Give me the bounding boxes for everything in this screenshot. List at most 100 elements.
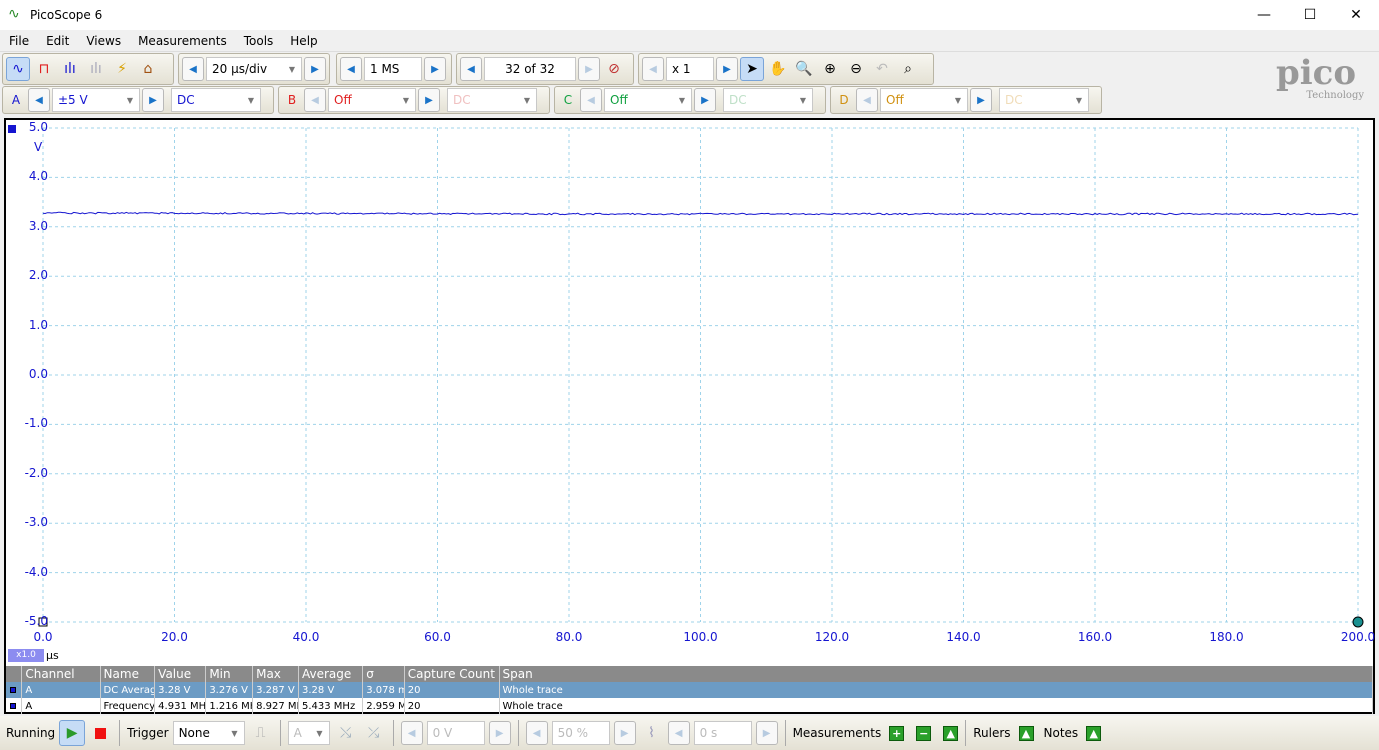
buffer-navigator-icon[interactable]: ⊘ bbox=[602, 57, 626, 81]
zoom-in-icon[interactable]: ⊕ bbox=[818, 57, 842, 81]
trigger-options-icon[interactable]: ⌇ bbox=[640, 721, 664, 745]
pointer-tool-icon[interactable]: ➤ bbox=[740, 57, 764, 81]
falling-edge-icon[interactable]: ⤰ bbox=[362, 721, 386, 745]
channel-a-coupling-select[interactable]: DC bbox=[171, 88, 261, 112]
measurements-toggle-button[interactable]: ▲ bbox=[943, 726, 958, 741]
table-cell: 3.276 V bbox=[206, 682, 253, 698]
pretrigger-next[interactable]: ▶ bbox=[614, 721, 636, 745]
channel-d-range-next[interactable]: ▶ bbox=[970, 88, 992, 112]
table-cell: Whole trace bbox=[500, 682, 1373, 698]
maximize-button[interactable]: ☐ bbox=[1287, 0, 1333, 30]
timebase-next-button[interactable]: ▶ bbox=[304, 57, 326, 81]
spectrum-options-icon[interactable]: ılı bbox=[84, 57, 108, 81]
menu-file[interactable]: File bbox=[0, 34, 37, 48]
channel-c-label[interactable]: C bbox=[558, 93, 578, 107]
stop-button[interactable] bbox=[95, 728, 106, 739]
trigger-channel-select[interactable]: A bbox=[288, 721, 330, 745]
zoom-prev-button[interactable]: ◀ bbox=[642, 57, 664, 81]
menu-measurements[interactable]: Measurements bbox=[129, 34, 235, 48]
zoom-next-button[interactable]: ▶ bbox=[716, 57, 738, 81]
notes-toggle-button[interactable]: ▲ bbox=[1086, 726, 1101, 741]
samples-next-button[interactable]: ▶ bbox=[424, 57, 446, 81]
trigger-edge-icon[interactable]: ⎍ bbox=[249, 721, 273, 745]
menu-views[interactable]: Views bbox=[77, 34, 129, 48]
buffer-next-button[interactable]: ▶ bbox=[578, 57, 600, 81]
menu-edit[interactable]: Edit bbox=[37, 34, 77, 48]
delay-next[interactable]: ▶ bbox=[756, 721, 778, 745]
channel-b-label[interactable]: B bbox=[282, 93, 302, 107]
y-tick-label: 4.0 bbox=[20, 169, 48, 183]
rulers-toggle-button[interactable]: ▲ bbox=[1019, 726, 1034, 741]
status-bar: Running ▶ Trigger None ⎍ A ⤯ ⤰ ◀ 0 V ▶ ◀… bbox=[0, 716, 1379, 750]
column-header: Name bbox=[101, 666, 156, 682]
channel-a-range-next[interactable]: ▶ bbox=[142, 88, 164, 112]
channel-c-range-prev[interactable]: ◀ bbox=[580, 88, 602, 112]
threshold-next[interactable]: ▶ bbox=[489, 721, 511, 745]
channel-c-control: C ◀ Off ▶ DC bbox=[554, 86, 826, 114]
channel-d-coupling-select[interactable]: DC bbox=[999, 88, 1089, 112]
running-label: Running bbox=[6, 726, 55, 740]
hand-tool-icon[interactable]: ✋ bbox=[766, 57, 790, 81]
undo-zoom-icon[interactable]: ↶ bbox=[870, 57, 894, 81]
persistence-mode-icon[interactable]: ⊓ bbox=[32, 57, 56, 81]
trigger-mode-select[interactable]: None bbox=[173, 721, 245, 745]
channel-b-range-select[interactable]: Off bbox=[328, 88, 416, 112]
table-row[interactable]: ADC Average3.28 V3.276 V3.287 V3.28 V3.0… bbox=[6, 682, 1373, 698]
timebase-select[interactable]: 20 µs/div bbox=[206, 57, 302, 81]
zoom-badge: x1.0 bbox=[8, 649, 44, 662]
zoom-field[interactable]: x 1 bbox=[666, 57, 714, 81]
zoom-overview-icon[interactable]: ⌕ bbox=[896, 57, 920, 81]
threshold-field[interactable]: 0 V bbox=[427, 721, 485, 745]
samples-prev-button[interactable]: ◀ bbox=[340, 57, 362, 81]
channel-b-coupling-select[interactable]: DC bbox=[447, 88, 537, 112]
channel-c-coupling-select[interactable]: DC bbox=[723, 88, 813, 112]
channel-a-label[interactable]: A bbox=[6, 93, 26, 107]
scope-view[interactable]: 5.0 4.0 3.0 2.0 1.0 0.0 -1.0 -2.0 -3.0 -4.0 -5.0 V… bbox=[4, 118, 1375, 714]
rising-edge-icon[interactable]: ⤯ bbox=[334, 721, 358, 745]
threshold-prev[interactable]: ◀ bbox=[401, 721, 423, 745]
measurements-label: Measurements bbox=[793, 726, 882, 740]
trigger-label: Trigger bbox=[127, 726, 168, 740]
pico-logo: pico Technology bbox=[1258, 56, 1374, 112]
pretrigger-prev[interactable]: ◀ bbox=[526, 721, 548, 745]
run-button[interactable]: ▶ bbox=[59, 720, 85, 746]
buffer-field[interactable]: 32 of 32 bbox=[484, 57, 576, 81]
timebase-prev-button[interactable]: ◀ bbox=[182, 57, 204, 81]
pretrigger-field[interactable]: 50 % bbox=[552, 721, 610, 745]
zoom-area-icon[interactable]: 🔍 bbox=[792, 57, 816, 81]
channel-d-label[interactable]: D bbox=[834, 93, 854, 107]
channel-a-axis-marker[interactable] bbox=[8, 125, 16, 133]
channel-d-range-prev[interactable]: ◀ bbox=[856, 88, 878, 112]
channel-b-range-prev[interactable]: ◀ bbox=[304, 88, 326, 112]
scope-mode-icon[interactable]: ∿ bbox=[6, 57, 30, 81]
x-tick-label: 40.0 bbox=[276, 630, 336, 644]
channel-a-range-prev[interactable]: ◀ bbox=[28, 88, 50, 112]
buffer-prev-button[interactable]: ◀ bbox=[460, 57, 482, 81]
buffer-control: ◀ 32 of 32 ▶ ⊘ bbox=[456, 53, 634, 85]
menu-tools[interactable]: Tools bbox=[235, 34, 282, 48]
table-cell: 20 bbox=[405, 682, 500, 698]
channel-c-range-next[interactable]: ▶ bbox=[694, 88, 716, 112]
close-button[interactable]: ✕ bbox=[1333, 0, 1379, 30]
delay-prev[interactable]: ◀ bbox=[668, 721, 690, 745]
minimize-button[interactable]: — bbox=[1241, 0, 1287, 30]
table-cell: 3.28 V bbox=[155, 682, 206, 698]
remove-measurement-button[interactable]: − bbox=[916, 726, 931, 741]
autosetup-icon[interactable]: ⚡ bbox=[110, 57, 134, 81]
spectrum-mode-icon[interactable]: ılı bbox=[58, 57, 82, 81]
samples-field[interactable]: 1 MS bbox=[364, 57, 422, 81]
x-tick-label: 120.0 bbox=[802, 630, 862, 644]
channel-b-range-next[interactable]: ▶ bbox=[418, 88, 440, 112]
table-row[interactable]: AFrequency4.931 MHz1.216 MHz8.927 MHz5.4… bbox=[6, 698, 1373, 714]
delay-field[interactable]: 0 s bbox=[694, 721, 752, 745]
scope-plot[interactable] bbox=[6, 120, 1373, 650]
channel-d-range-select[interactable]: Off bbox=[880, 88, 968, 112]
channel-a-range-select[interactable]: ±5 V bbox=[52, 88, 140, 112]
channel-c-range-select[interactable]: Off bbox=[604, 88, 692, 112]
home-icon[interactable]: ⌂ bbox=[136, 57, 160, 81]
menu-help[interactable]: Help bbox=[281, 34, 325, 48]
ruler-end-handle[interactable] bbox=[1353, 617, 1363, 627]
add-measurement-button[interactable]: + bbox=[889, 726, 904, 741]
x-tick-label: 140.0 bbox=[934, 630, 994, 644]
zoom-out-icon[interactable]: ⊖ bbox=[844, 57, 868, 81]
